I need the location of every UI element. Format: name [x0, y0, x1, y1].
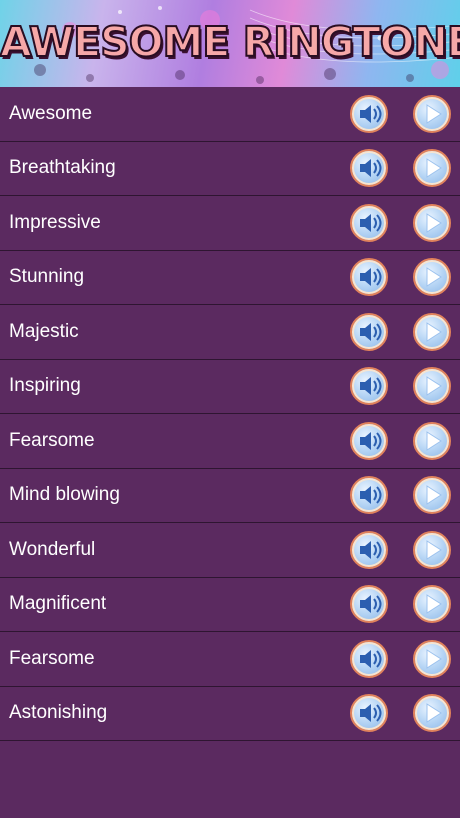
play-icon: [426, 103, 442, 124]
speaker-icon: [360, 377, 382, 396]
play-icon: [426, 648, 442, 669]
ringtone-row[interactable]: Magnificent: [0, 578, 460, 632]
header-banner: AWESOME RINGTONES: [0, 0, 460, 87]
speaker-icon: [360, 104, 382, 123]
play-icon: [426, 267, 442, 288]
ringtone-label: Awesome: [9, 102, 93, 124]
play-icon: [426, 430, 442, 451]
speaker-icon: [360, 213, 382, 232]
set-ringtone-button[interactable]: [350, 585, 388, 624]
play-button[interactable]: [413, 203, 451, 242]
speaker-icon: [360, 704, 382, 723]
ringtone-row[interactable]: Impressive: [0, 196, 460, 251]
ringtone-label: Fearsome: [9, 429, 95, 451]
app-title: AWESOME RINGTONES: [0, 17, 460, 67]
ringtone-row[interactable]: Stunning: [0, 251, 460, 305]
play-button[interactable]: [413, 367, 451, 406]
play-icon: [426, 594, 442, 615]
set-ringtone-button[interactable]: [350, 639, 388, 678]
play-button[interactable]: [413, 312, 451, 351]
play-button[interactable]: [413, 258, 451, 297]
set-ringtone-button[interactable]: [350, 694, 388, 733]
speaker-icon: [360, 595, 382, 614]
play-icon: [426, 212, 442, 233]
ringtone-row[interactable]: Inspiring: [0, 360, 460, 414]
play-button[interactable]: [413, 94, 451, 133]
play-button[interactable]: [413, 421, 451, 460]
ringtone-row[interactable]: Mind blowing: [0, 469, 460, 523]
play-button[interactable]: [413, 694, 451, 733]
set-ringtone-button[interactable]: [350, 203, 388, 242]
play-icon: [426, 703, 442, 724]
speaker-icon: [360, 431, 382, 450]
ringtone-label: Inspiring: [9, 375, 81, 397]
ringtone-row[interactable]: Breathtaking: [0, 142, 460, 196]
set-ringtone-button[interactable]: [350, 94, 388, 133]
ringtone-label: Mind blowing: [9, 484, 120, 506]
play-button[interactable]: [413, 530, 451, 569]
ringtone-label: Magnificent: [9, 593, 107, 615]
ringtone-row[interactable]: Fearsome: [0, 414, 460, 469]
set-ringtone-button[interactable]: [350, 530, 388, 569]
play-icon: [426, 539, 442, 560]
ringtone-label: Fearsome: [9, 647, 95, 669]
ringtone-label: Wonderful: [9, 538, 96, 560]
set-ringtone-button[interactable]: [350, 312, 388, 351]
ringtone-label: Impressive: [9, 211, 101, 233]
speaker-icon: [360, 540, 382, 559]
play-button[interactable]: [413, 639, 451, 678]
ringtone-label: Breathtaking: [9, 157, 116, 179]
play-icon: [426, 321, 442, 342]
play-button[interactable]: [413, 149, 451, 188]
ringtone-row[interactable]: Fearsome: [0, 632, 460, 687]
ringtone-label: Majestic: [9, 320, 79, 342]
play-icon: [426, 376, 442, 397]
speaker-icon: [360, 159, 382, 178]
play-icon: [426, 485, 442, 506]
ringtone-row[interactable]: Majestic: [0, 305, 460, 360]
set-ringtone-button[interactable]: [350, 421, 388, 460]
play-button[interactable]: [413, 585, 451, 624]
set-ringtone-button[interactable]: [350, 476, 388, 515]
speaker-icon: [360, 649, 382, 668]
play-icon: [426, 158, 442, 179]
speaker-icon: [360, 268, 382, 287]
ringtone-row[interactable]: Astonishing: [0, 687, 460, 741]
speaker-icon: [360, 486, 382, 505]
ringtone-row[interactable]: Awesome: [0, 87, 460, 142]
set-ringtone-button[interactable]: [350, 367, 388, 406]
ringtone-label: Stunning: [9, 266, 85, 288]
set-ringtone-button[interactable]: [350, 258, 388, 297]
ringtone-list: Awesome Breathtaking Impressive Stunning Maj…: [0, 87, 460, 741]
speaker-icon: [360, 322, 382, 341]
ringtone-row[interactable]: Wonderful: [0, 523, 460, 578]
set-ringtone-button[interactable]: [350, 149, 388, 188]
ringtone-label: Astonishing: [9, 702, 108, 724]
play-button[interactable]: [413, 476, 451, 515]
app-screen: AWESOME RINGTONES Awesome Breathtaking Imp…: [0, 0, 460, 818]
